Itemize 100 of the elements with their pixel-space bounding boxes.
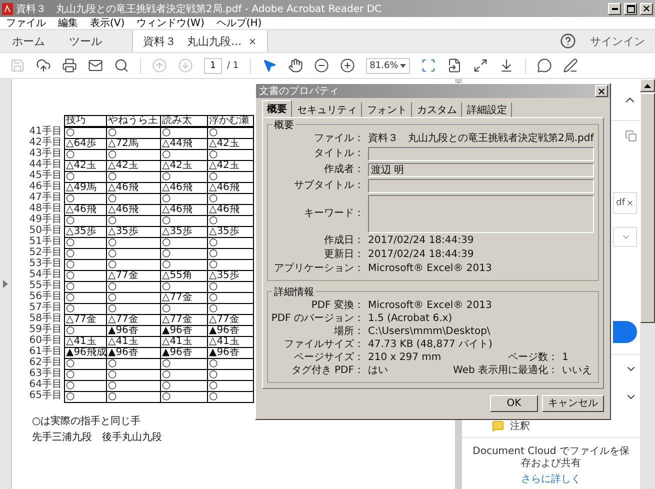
row-label: 46手目 [28, 182, 63, 192]
comment-icon[interactable] [536, 58, 552, 73]
table-cell: △35歩 [207, 226, 254, 238]
row-label: 51手目 [28, 237, 63, 247]
hand-icon[interactable] [288, 58, 303, 73]
zoom-dropdown[interactable]: 81.6% [366, 58, 410, 74]
table-cell: ○ [207, 193, 254, 205]
learn-more-link[interactable]: さらに詳しく [521, 472, 581, 486]
property-label: 場所： [333, 326, 364, 338]
table-cell: ○ [207, 127, 254, 139]
search-icon[interactable] [114, 58, 129, 73]
property-value: C:\Users\mmm\Desktop\ [368, 326, 492, 338]
property-value: はい [368, 365, 389, 377]
table-cell: ○ [160, 391, 208, 403]
property-value: 210 x 297 mm [368, 352, 442, 364]
group-legend: 概要 [272, 118, 296, 132]
row-label: 41手目 [28, 127, 63, 137]
file-chip: df [613, 192, 637, 214]
action-button[interactable] [613, 321, 637, 343]
group-legend: 詳細情報 [272, 285, 316, 299]
property-label: 更新日： [323, 249, 364, 261]
menu-item[interactable]: 編集 [58, 18, 78, 28]
minimize-button[interactable] [608, 2, 621, 14]
copy-icon[interactable] [625, 130, 637, 142]
mail-icon[interactable] [88, 58, 103, 73]
menu-item[interactable]: ウィンドウ(W) [136, 18, 204, 28]
property-label: タグ付き PDF： [290, 365, 364, 377]
property-label: タイトル： [313, 148, 364, 160]
close-icon[interactable] [248, 36, 256, 46]
pen-icon[interactable] [562, 58, 578, 73]
print-icon[interactable] [62, 58, 77, 73]
menu-item[interactable]: ヘルプ(H) [216, 18, 262, 28]
close-icon [642, 4, 651, 13]
pointer-icon[interactable] [262, 58, 277, 73]
expand-icon[interactable] [472, 58, 488, 73]
table-cell: ○ [207, 303, 254, 315]
column-header: 技巧 [64, 115, 107, 128]
row-label: 63手目 [28, 369, 63, 379]
cloud-upload-icon[interactable] [36, 58, 51, 73]
table-cell: ○ [207, 259, 254, 271]
sign-in-link[interactable]: サインイン [590, 34, 645, 48]
annotation-label[interactable]: 注釈 [510, 419, 530, 433]
input-field[interactable]: 渡辺 明 [368, 163, 594, 177]
expand-arrow-icon[interactable] [3, 280, 8, 288]
table-cell: ○ [207, 380, 254, 392]
table-cell: △46飛 [207, 182, 254, 194]
property-label: Web 表示用に最適化： [453, 365, 558, 377]
row-label: 59手目 [28, 325, 63, 335]
table-cell: ○ [207, 369, 254, 381]
text-area[interactable] [368, 195, 594, 233]
column-header: 浮かむ瀬 [207, 115, 254, 128]
maximize-icon [626, 4, 634, 12]
table-cell: ○ [207, 248, 254, 260]
table-cell: △41玉 [207, 336, 254, 348]
close-icon [597, 86, 606, 96]
help-icon[interactable] [560, 33, 576, 49]
row-label: 50手目 [28, 226, 63, 236]
close-button[interactable] [640, 2, 653, 14]
property-label: ページサイズ： [293, 352, 364, 364]
table-cell: ○ [106, 391, 161, 403]
property-value: いいえ [562, 365, 592, 377]
input-field[interactable] [368, 179, 594, 193]
table-cell: ○ [207, 237, 254, 249]
maximize-button[interactable] [624, 2, 637, 14]
dialog-button[interactable]: キャンセル [542, 395, 604, 412]
page-number-field[interactable]: 1 [204, 58, 222, 74]
document-icon[interactable] [446, 58, 462, 73]
table-cell: △42玉 [207, 160, 254, 172]
tab[interactable]: ホーム [0, 30, 57, 52]
zoom-out-icon[interactable] [314, 58, 329, 73]
dialog-button[interactable]: OK [490, 395, 538, 412]
dialog-tab[interactable]: 概要 [262, 100, 292, 117]
table-cell: ○ [207, 171, 254, 183]
property-label: アプリケーション： [273, 263, 364, 275]
up-arrow-icon[interactable] [644, 84, 651, 88]
page-fit-icon[interactable] [420, 58, 436, 73]
table-cell: △35歩 [207, 270, 254, 282]
property-label: PDF のバージョン： [270, 313, 364, 325]
row-label: 55手目 [28, 281, 63, 291]
property-value: 1 [562, 352, 570, 364]
table-cell: ▲96香 [207, 347, 254, 359]
input-field[interactable] [368, 147, 594, 161]
menu-item[interactable]: ファイル [6, 18, 46, 28]
note-text: ○は実際の指手と同じ手 [32, 414, 142, 428]
row-label: 53手目 [28, 259, 63, 269]
menu-item[interactable]: 表示(V) [90, 18, 125, 28]
note-text: 先手三浦九段 後手丸山九段 [32, 430, 163, 444]
tab[interactable]: ツール [57, 30, 114, 52]
zoom-in-icon[interactable] [340, 58, 355, 73]
comment-icon [492, 420, 504, 432]
table-cell: △46飛 [207, 204, 254, 216]
tab[interactable]: 資料３ 丸山九段... [132, 30, 268, 52]
row-label: 64手目 [28, 380, 63, 390]
download-icon[interactable] [498, 58, 514, 73]
row-label: 57手目 [28, 303, 63, 313]
property-label: キーワード： [303, 208, 364, 220]
property-value: 2017/02/24 18:44:39 [368, 249, 475, 261]
close-button[interactable] [595, 85, 608, 97]
scrollbar[interactable] [640, 79, 655, 489]
remove-icon[interactable] [626, 199, 634, 207]
